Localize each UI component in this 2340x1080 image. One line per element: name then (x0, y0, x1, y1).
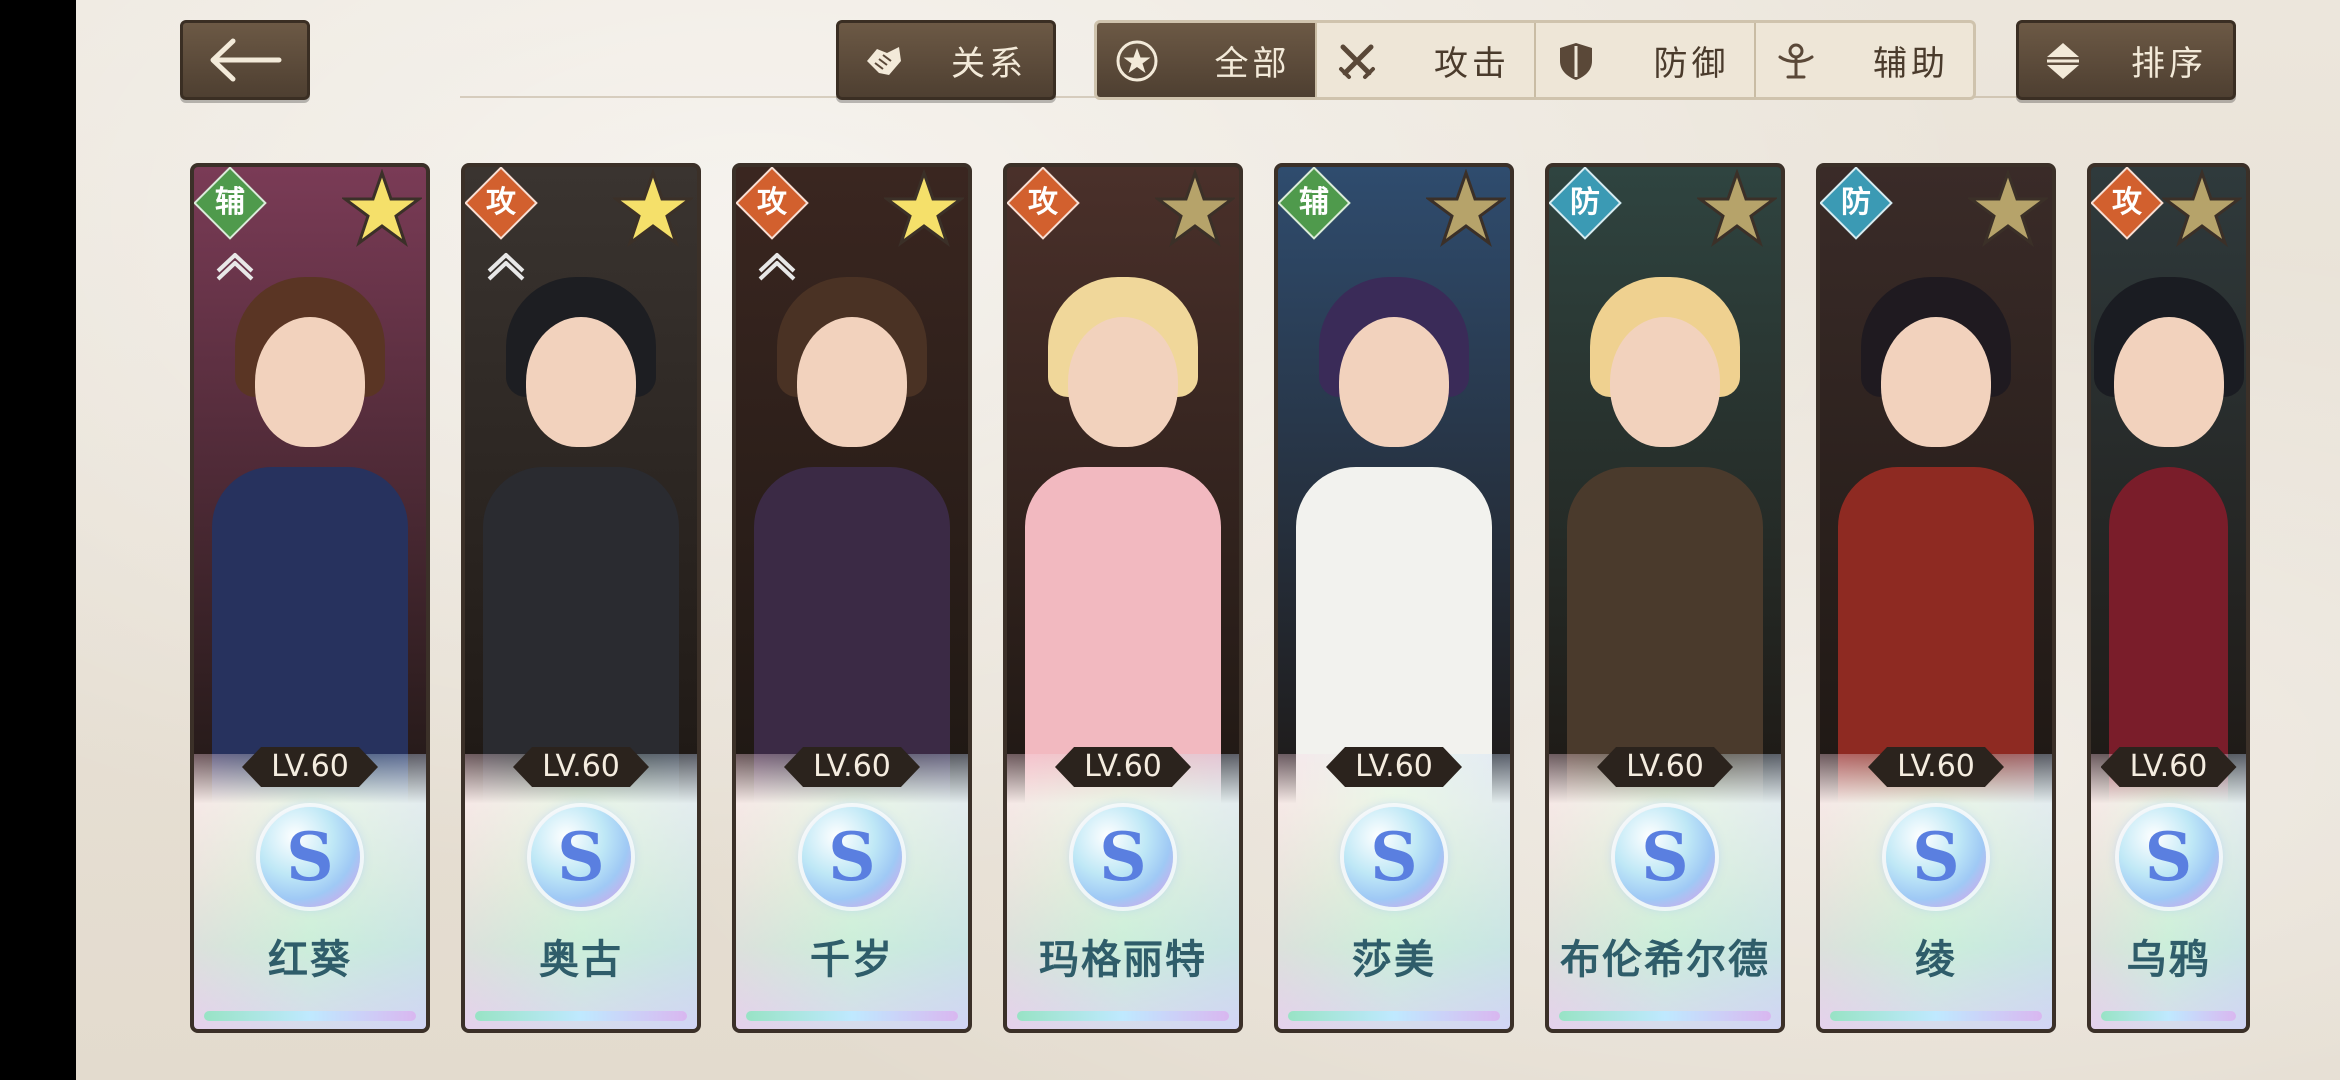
favorite-star-icon[interactable] (1697, 169, 1777, 249)
filter-tab-defense[interactable]: 防御 (1534, 23, 1754, 97)
character-card[interactable]: 攻 LV.60 S 乌鸦 (2087, 163, 2250, 1033)
crossed-swords-icon (1338, 44, 1375, 79)
progress-bar (1830, 1011, 2042, 1021)
level-badge: LV.60 (2100, 747, 2237, 787)
character-card[interactable]: 防 LV.60 S 布伦希尔德 (1545, 163, 1785, 1033)
character-card[interactable]: 辅 LV.60 S 红葵 (190, 163, 430, 1033)
progress-bar (2101, 1011, 2236, 1021)
level-badge: LV.60 (1597, 747, 1733, 787)
sort-arrows-icon (2047, 43, 2079, 79)
sort-button[interactable]: 排序 (2016, 20, 2236, 100)
favorite-star-icon[interactable] (1155, 169, 1235, 249)
rank-medal: S (1073, 807, 1173, 907)
level-badge: LV.60 (242, 747, 378, 787)
lock-chevron-icon (216, 253, 254, 281)
relations-button[interactable]: 关系 (836, 20, 1056, 100)
progress-bar (1017, 1011, 1229, 1021)
character-name: 奥古 (539, 937, 623, 983)
character-name: 布伦希尔德 (1560, 937, 1770, 983)
level-badge: LV.60 (1868, 747, 2004, 787)
character-card[interactable]: 攻 LV.60 S 玛格丽特 (1003, 163, 1243, 1033)
rank-medal: S (802, 807, 902, 907)
relations-label: 关系 (951, 43, 1027, 84)
favorite-star-icon[interactable] (884, 169, 964, 249)
handshake-icon (867, 47, 901, 75)
filter-tab-attack[interactable]: 攻击 (1314, 23, 1535, 97)
level-badge: LV.60 (1326, 747, 1462, 787)
character-card[interactable]: 攻 LV.60 S 千岁 (732, 163, 972, 1033)
filter-tab-all[interactable]: 全部 (1097, 23, 1315, 97)
character-name: 莎美 (1352, 937, 1436, 983)
character-portrait (1007, 167, 1239, 847)
filter-tab-label: 防御 (1653, 43, 1730, 84)
filter-tab-support[interactable]: 辅助 (1753, 23, 1974, 97)
lock-chevron-icon (487, 253, 525, 281)
sort-label: 排序 (2131, 43, 2207, 84)
rank-medal: S (1886, 807, 1986, 907)
favorite-star-icon[interactable] (613, 169, 693, 249)
progress-bar (204, 1011, 416, 1021)
level-badge: LV.60 (784, 747, 920, 787)
character-portrait (1820, 167, 2052, 847)
star-circle-icon (1116, 40, 1158, 82)
filter-tab-label: 攻击 (1434, 43, 1510, 84)
progress-bar (1559, 1011, 1771, 1021)
filter-tab-label: 全部 (1214, 43, 1291, 84)
rank-medal: S (260, 807, 360, 907)
favorite-star-icon[interactable] (1968, 169, 2048, 249)
favorite-star-icon[interactable] (342, 169, 422, 249)
character-card[interactable]: 辅 LV.60 S 莎美 (1274, 163, 1514, 1033)
back-button[interactable] (180, 20, 310, 100)
character-portrait (1278, 167, 1510, 847)
favorite-star-icon[interactable] (1426, 169, 1506, 249)
level-badge: LV.60 (513, 747, 649, 787)
character-card[interactable]: 防 LV.60 S 绫 (1816, 163, 2056, 1033)
role-filter-bar: 全部 攻击 防御 辅助 (1094, 20, 1976, 100)
character-portrait (1549, 167, 1781, 847)
character-name: 千岁 (810, 937, 894, 983)
lock-chevron-icon (758, 253, 796, 281)
favorite-star-icon[interactable] (2162, 169, 2242, 249)
character-card[interactable]: 攻 LV.60 S 奥古 (461, 163, 701, 1033)
progress-bar (1288, 1011, 1500, 1021)
rank-medal: S (1615, 807, 1715, 907)
shield-icon (1560, 43, 1592, 80)
filter-tab-label: 辅助 (1873, 43, 1949, 84)
level-badge: LV.60 (1055, 747, 1191, 787)
character-name: 乌鸦 (2126, 937, 2211, 983)
character-name: 绫 (1915, 937, 1957, 983)
character-name: 红葵 (268, 937, 352, 983)
rank-medal: S (531, 807, 631, 907)
screen-edge (0, 0, 76, 1080)
support-figure-icon (1778, 43, 1813, 79)
back-arrow-icon (210, 38, 282, 82)
rank-medal: S (2118, 807, 2219, 907)
character-name: 玛格丽特 (1039, 937, 1207, 983)
progress-bar (475, 1011, 687, 1021)
rank-medal: S (1344, 807, 1444, 907)
progress-bar (746, 1011, 958, 1021)
character-portrait (2091, 167, 2246, 847)
